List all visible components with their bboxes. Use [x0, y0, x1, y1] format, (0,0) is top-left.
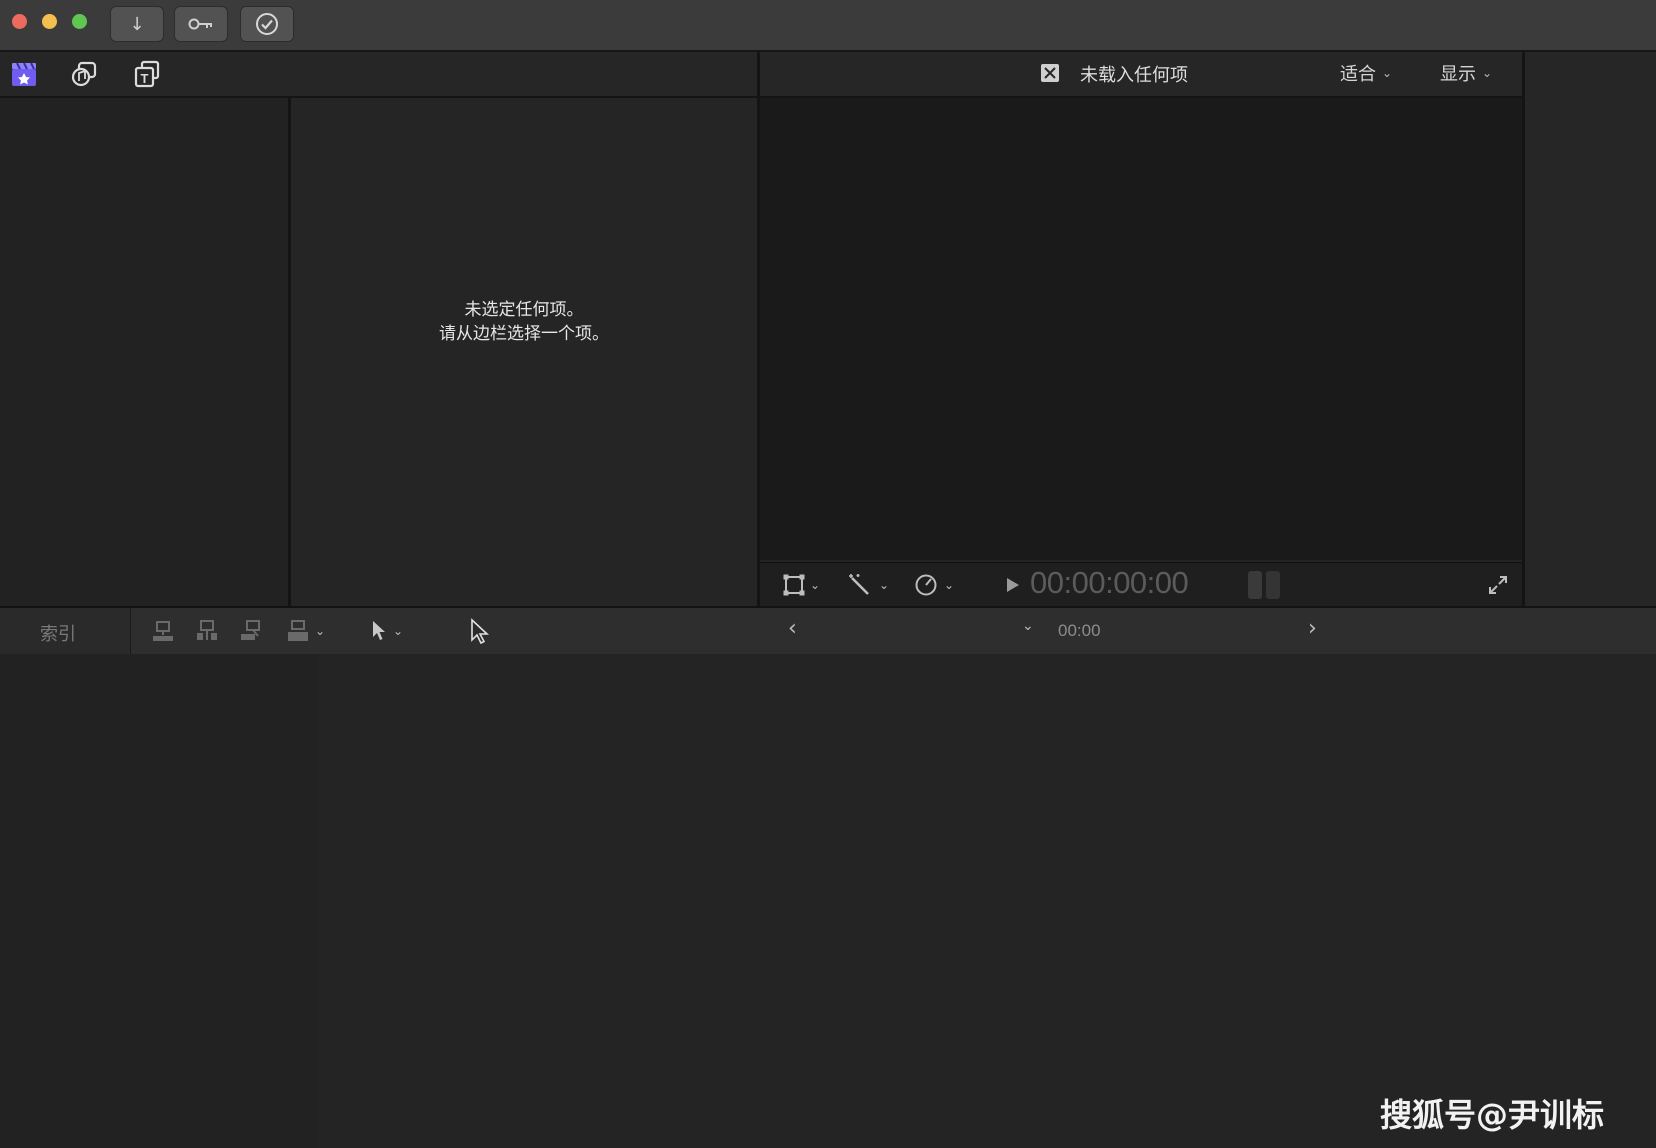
minimize-window-button[interactable] — [42, 14, 57, 29]
tools-menu[interactable]: ⌄ — [364, 618, 410, 644]
viewer-clip-icon — [1040, 63, 1060, 83]
download-arrow-icon: ↓ — [129, 13, 145, 35]
play-icon — [1007, 578, 1019, 592]
speedometer-icon — [915, 574, 937, 596]
chevron-down-icon: ⌄ — [809, 578, 821, 592]
titles-generators-tab[interactable]: T — [132, 60, 162, 88]
chevron-right-icon: › — [1308, 616, 1317, 641]
index-label: 索引 — [40, 624, 76, 645]
chevron-down-icon: ⌄ — [878, 578, 890, 592]
connect-clip-button[interactable] — [150, 618, 176, 644]
audio-meter-left — [1248, 571, 1262, 599]
watermark: 搜狐号@尹训标 — [1380, 1096, 1605, 1134]
close-window-button[interactable] — [12, 14, 27, 29]
libraries-tab[interactable] — [10, 60, 38, 88]
title-bar: ↓ — [0, 0, 1656, 52]
browser-empty-line-2: 请从边栏选择一个项。 — [439, 324, 609, 344]
film-icon — [1041, 64, 1059, 82]
viewer-canvas[interactable] — [760, 98, 1522, 560]
chevron-down-icon: ⌄ — [392, 624, 404, 638]
photos-audio-icon — [71, 61, 97, 87]
connect-clip-icon — [153, 621, 173, 641]
chevron-down-icon: ⌄ — [1482, 66, 1493, 80]
chevron-down-icon: ⌄ — [943, 578, 955, 592]
mouse-cursor — [468, 616, 492, 648]
inspector-pane[interactable] — [1522, 52, 1656, 606]
audio-meter-right — [1266, 571, 1280, 599]
overwrite-clip-icon — [287, 620, 308, 641]
zoom-fit-menu[interactable]: 适合 ⌄ — [1340, 60, 1392, 86]
checkmark-circle-icon — [256, 13, 278, 35]
timeline-timecode: 00:00 — [1058, 621, 1101, 640]
svg-text:T: T — [141, 71, 149, 86]
timeline-toolbar: 索引 ⌄ ⌄ ‹ ⌄ 00:00 › — [0, 606, 1656, 656]
timeline-area[interactable] — [318, 654, 1656, 1148]
toolbar-row: T 未载入任何项 适合 ⌄ 显示 ⌄ — [0, 52, 1656, 98]
browser-pane[interactable]: 未选定任何项。 请从边栏选择一个项。 — [291, 98, 757, 606]
timeline-history-forward-button[interactable]: › — [1308, 616, 1317, 641]
viewer-controls: ⌄ ⌄ ⌄ 00:00:00:00 — [760, 562, 1522, 607]
keywords-button[interactable] — [174, 6, 228, 42]
expand-arrows-icon — [1489, 576, 1507, 594]
photos-audio-tab[interactable] — [70, 60, 100, 88]
play-button[interactable] — [1004, 575, 1022, 595]
append-clip-icon — [241, 620, 260, 640]
timeline-project-menu[interactable]: ⌄ — [1022, 618, 1034, 634]
view-options-menu[interactable]: 显示 ⌄ — [1440, 60, 1492, 86]
magic-wand-icon — [848, 574, 869, 595]
import-media-button[interactable]: ↓ — [110, 6, 164, 42]
zoom-fit-label: 适合 — [1340, 64, 1376, 85]
enhancements-menu[interactable]: ⌄ — [840, 573, 896, 597]
mouse-cursor-icon — [471, 618, 490, 645]
overwrite-clip-menu[interactable]: ⌄ — [282, 618, 328, 644]
transform-menu[interactable]: ⌄ — [778, 573, 824, 597]
key-icon — [188, 18, 212, 30]
library-sidebar[interactable] — [0, 98, 291, 606]
chevron-down-icon: ⌄ — [1022, 618, 1034, 634]
clapperboard-icon — [12, 62, 36, 86]
append-clip-button[interactable] — [238, 618, 264, 644]
zoom-window-button[interactable] — [72, 14, 87, 29]
browser-empty-message: 未选定任何项。 请从边栏选择一个项。 — [291, 298, 757, 346]
timeline-index-pane[interactable] — [0, 654, 318, 1148]
retime-menu[interactable]: ⌄ — [906, 573, 962, 597]
insert-clip-button[interactable] — [194, 618, 220, 644]
chevron-down-icon: ⌄ — [314, 624, 326, 638]
timeline-history-back-button[interactable]: ‹ — [788, 616, 797, 641]
index-button[interactable]: 索引 — [0, 608, 131, 654]
insert-clip-icon — [197, 620, 217, 640]
titles-generators-icon: T — [134, 60, 160, 88]
fullscreen-button[interactable] — [1486, 573, 1510, 597]
viewer-timecode[interactable]: 00:00:00:00 — [1030, 565, 1189, 601]
arrow-pointer-icon — [372, 621, 385, 640]
view-options-label: 显示 — [1440, 64, 1476, 85]
browser-empty-line-1: 未选定任何项。 — [464, 300, 584, 320]
background-tasks-button[interactable] — [240, 6, 294, 42]
viewer-title: 未载入任何项 — [1080, 65, 1188, 86]
transform-icon — [783, 574, 805, 596]
chevron-left-icon: ‹ — [788, 616, 797, 641]
chevron-down-icon: ⌄ — [1382, 66, 1393, 80]
